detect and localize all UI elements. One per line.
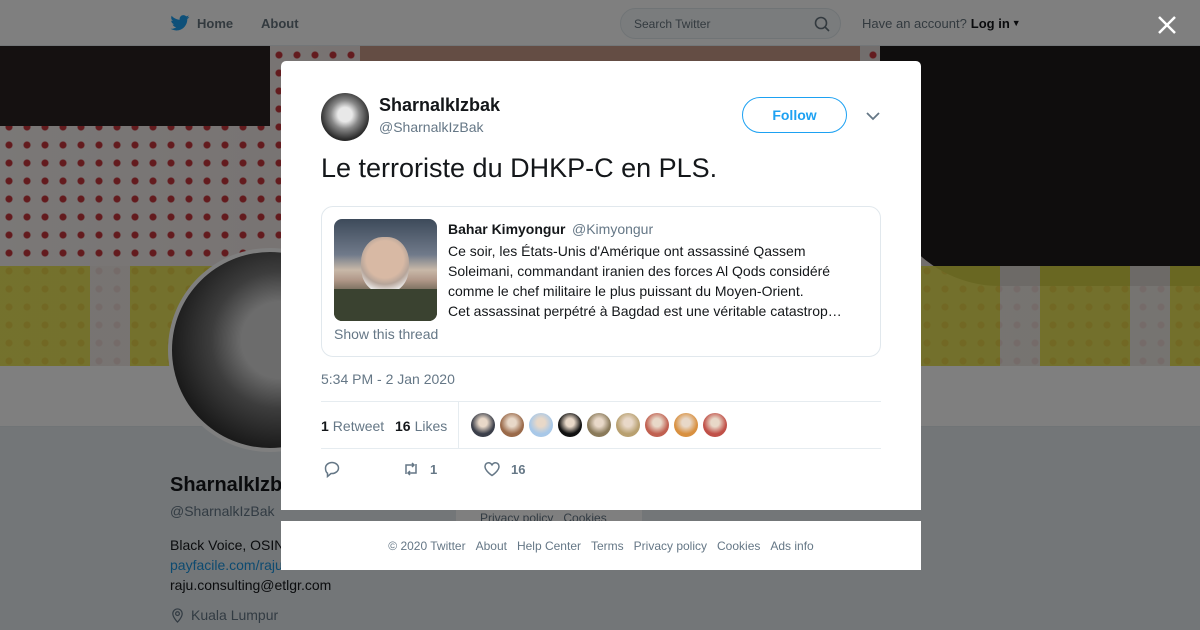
author-name[interactable]: SharnalkIzbak <box>379 95 500 116</box>
author-handle[interactable]: @SharnalkIzBak <box>379 119 483 135</box>
quoted-line: Soleimani, commandant iranien des forces… <box>448 263 831 279</box>
liker-avatar[interactable] <box>587 413 611 437</box>
tweet-text: Le terroriste du DHKP-C en PLS. <box>321 153 718 183</box>
quoted-author-name: Bahar Kimyongur <box>448 221 566 237</box>
tweet-modal: SharnalkIzbak @SharnalkIzBak Follow Le t… <box>281 61 921 510</box>
quoted-line: Ce soir, les États-Unis d'Amérique ont a… <box>448 243 806 259</box>
quoted-tweet[interactable]: Bahar Kimyongur @Kimyongur Ce soir, les … <box>321 206 881 357</box>
retweet-count: 1 <box>430 461 438 477</box>
liker-avatar[interactable] <box>529 413 553 437</box>
tweet-timestamp[interactable]: 5:34 PM - 2 Jan 2020 <box>321 371 455 387</box>
likes-count: 16 <box>395 418 411 434</box>
footer-help[interactable]: Help Center <box>517 539 581 553</box>
retweet-icon <box>405 462 417 476</box>
chevron-down-icon[interactable] <box>864 107 882 125</box>
stats-divider <box>458 402 459 449</box>
footer-about[interactable]: About <box>476 539 507 553</box>
liker-avatar[interactable] <box>558 413 582 437</box>
close-icon[interactable] <box>1155 13 1179 37</box>
retweet-button[interactable]: 1 <box>402 459 437 479</box>
modal-footer: © 2020 Twitter About Help Center Terms P… <box>281 521 921 570</box>
quoted-author-handle: @Kimyongur <box>572 221 654 237</box>
liker-avatar[interactable] <box>471 413 495 437</box>
footer-privacy[interactable]: Privacy policy <box>634 539 707 553</box>
like-count: 16 <box>511 461 526 477</box>
tweet-stats: 1 Retweet 16 Likes <box>321 401 881 449</box>
footer-copyright: © 2020 Twitter <box>388 538 466 553</box>
tweet-actions: 1 16 <box>321 459 881 483</box>
quoted-tweet-text: Ce soir, les États-Unis d'Amérique ont a… <box>448 241 868 321</box>
liker-avatar[interactable] <box>703 413 727 437</box>
reply-button[interactable] <box>323 459 341 479</box>
show-thread-link[interactable]: Show this thread <box>334 326 438 342</box>
likes-label: Likes <box>414 418 448 434</box>
follow-button[interactable]: Follow <box>742 97 847 133</box>
liker-avatar[interactable] <box>500 413 524 437</box>
likes-stat[interactable]: 16 Likes <box>395 418 447 434</box>
footer-terms[interactable]: Terms <box>591 539 624 553</box>
footer-ads[interactable]: Ads info <box>770 539 813 553</box>
retweets-stat[interactable]: 1 Retweet <box>321 418 384 434</box>
reply-icon <box>324 461 340 478</box>
likers-avatars <box>471 413 732 437</box>
quoted-tweet-image[interactable] <box>334 219 437 321</box>
quoted-line: Cet assassinat perpétré à Bagdad est une… <box>448 303 842 319</box>
author-avatar[interactable] <box>321 93 369 141</box>
retweets-count: 1 <box>321 418 329 434</box>
retweets-label: Retweet <box>332 418 385 434</box>
liker-avatar[interactable] <box>674 413 698 437</box>
quoted-line: comme le chef militaire le plus puissant… <box>448 283 804 299</box>
like-button[interactable]: 16 <box>483 459 525 479</box>
liker-avatar[interactable] <box>645 413 669 437</box>
heart-icon <box>484 462 500 477</box>
liker-avatar[interactable] <box>616 413 640 437</box>
footer-cookies[interactable]: Cookies <box>717 539 760 553</box>
